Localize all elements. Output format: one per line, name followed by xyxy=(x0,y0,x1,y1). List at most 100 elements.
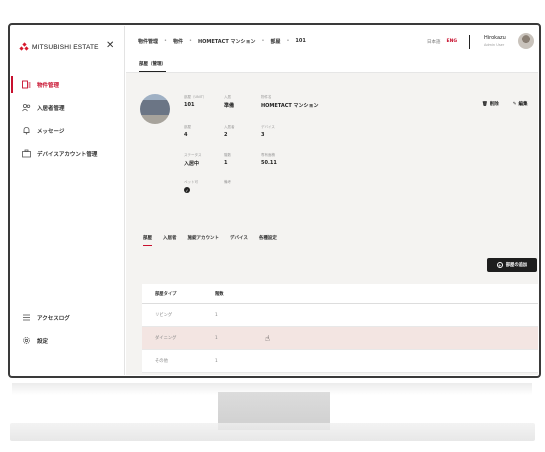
monitor-frame: MITSUBISHI ESTATE ✕ 物件管理 入居者管理 メッセージ デバイ… xyxy=(8,23,541,378)
check-icon: ✓ xyxy=(184,187,190,193)
field-notes: 備考 xyxy=(224,180,231,187)
column-header-room-type[interactable]: 部屋タイプ xyxy=(142,291,215,297)
sidebar-item-label: デバイスアカウント管理 xyxy=(37,151,98,158)
breadcrumb-item[interactable]: 部屋 xyxy=(270,38,280,45)
field-value: 3 xyxy=(261,132,265,138)
breadcrumb-current: 101 xyxy=(295,38,306,44)
edit-label: 編集 xyxy=(518,102,528,107)
cell-room-type: リビング xyxy=(155,313,173,318)
lang-ja-option[interactable]: 日本語 xyxy=(427,39,441,45)
sub-tab-bar: 部屋（管理） xyxy=(126,57,538,73)
column-header-count[interactable]: 階数 xyxy=(215,291,275,297)
sidebar-item-label: 物件管理 xyxy=(37,82,60,89)
field-label: 部屋 xyxy=(184,125,191,129)
sidebar-item-label: アクセスログ xyxy=(37,315,70,322)
sidebar-item-settings[interactable]: 設定 xyxy=(11,329,124,352)
breadcrumb-separator: • xyxy=(164,38,167,44)
user-name: Hirokazu xyxy=(484,35,506,41)
sidebar-item-label: 設定 xyxy=(37,338,49,345)
lang-en-option[interactable]: ENG xyxy=(447,39,458,45)
sidebar-nav: 物件管理 入居者管理 メッセージ デバイスアカウント管理 xyxy=(11,73,124,165)
field-value: HOMETACT マンション xyxy=(261,103,319,109)
field-label: ペット可 xyxy=(184,180,198,184)
cell-count: 1 xyxy=(215,312,218,318)
bell-icon xyxy=(22,126,31,135)
sidebar-item-properties[interactable]: 物件管理 xyxy=(11,73,124,96)
gear-icon xyxy=(22,336,31,345)
field-pets: ペット可 ✓ xyxy=(184,180,198,193)
mitsubishi-logo-icon xyxy=(19,42,29,51)
breadcrumb-item[interactable]: HOMETACT マンション xyxy=(198,38,256,45)
close-icon[interactable]: ✕ xyxy=(106,41,114,51)
field-value: 4 xyxy=(184,132,188,138)
language-switch: 日本語 ENG xyxy=(427,39,457,45)
monitor-stand-base xyxy=(10,423,535,441)
field-value: 50.11 xyxy=(261,160,277,166)
field-occupancy: 入居 準備 xyxy=(224,95,234,109)
building-list-icon xyxy=(22,80,31,89)
logo-text: MITSUBISHI ESTATE xyxy=(32,43,99,51)
sidebar-item-label: 入居者管理 xyxy=(37,105,65,112)
table-row[interactable]: リビング 1 xyxy=(142,304,538,327)
table-header: 部屋タイプ 階数 xyxy=(142,284,538,304)
avatar[interactable] xyxy=(518,33,534,49)
add-room-label: 部屋の追加 xyxy=(505,263,528,268)
edit-button[interactable]: ✎ 編集 xyxy=(512,101,528,108)
sidebar-item-residents[interactable]: 入居者管理 xyxy=(11,96,124,119)
sidebar-bottom-nav: アクセスログ 設定 xyxy=(11,306,124,352)
pencil-icon: ✎ xyxy=(512,101,517,107)
sidebar: MITSUBISHI ESTATE ✕ 物件管理 入居者管理 メッセージ デバイ… xyxy=(11,26,125,375)
field-area: 専有面積 50.11 xyxy=(261,153,277,166)
tab-residents[interactable]: 入居者 xyxy=(163,235,177,246)
main-content: 物件管理 • 物件 • HOMETACT マンション • 部屋 • 101 日本… xyxy=(126,26,538,375)
cell-room-type: その他 xyxy=(155,359,168,364)
field-rooms: 部屋 4 xyxy=(184,125,191,138)
users-icon xyxy=(22,103,31,112)
field-label: 入居 xyxy=(224,95,231,99)
field-devices: デバイス 3 xyxy=(261,125,275,138)
breadcrumb-separator: • xyxy=(286,38,290,44)
delete-button[interactable]: 🗑 削除 xyxy=(482,101,499,108)
add-room-button[interactable]: + 部屋の追加 xyxy=(487,258,537,272)
tab-rooms[interactable]: 部屋 xyxy=(143,235,152,246)
divider xyxy=(469,35,470,49)
rooms-table: 部屋タイプ 階数 リビング 1 ダイニング 1 ☝ その他 1 xyxy=(142,284,538,373)
delete-label: 削除 xyxy=(489,102,499,107)
sidebar-item-label: メッセージ xyxy=(37,128,65,135)
field-value: 入居中 xyxy=(184,161,200,167)
field-label: 入居者 xyxy=(224,125,235,129)
tab-devices[interactable]: デバイス xyxy=(230,235,248,246)
field-label: 物件名 xyxy=(261,95,272,99)
sidebar-item-access-log[interactable]: アクセスログ xyxy=(11,306,124,329)
table-row[interactable]: ダイニング 1 ☝ xyxy=(142,327,538,350)
breadcrumb-separator: • xyxy=(188,38,192,44)
unit-photo xyxy=(140,94,170,124)
cell-count: 1 xyxy=(215,358,218,364)
table-row[interactable]: その他 1 xyxy=(142,350,538,373)
tab-room-management[interactable]: 部屋（管理） xyxy=(139,61,166,72)
plus-icon: + xyxy=(496,262,503,268)
brand-logo[interactable]: MITSUBISHI ESTATE xyxy=(19,41,99,53)
field-status: ステータス 入居中 xyxy=(184,153,202,167)
breadcrumb: 物件管理 • 物件 • HOMETACT マンション • 部屋 • 101 xyxy=(138,38,306,45)
hand-cursor-icon: ☝ xyxy=(265,334,270,343)
field-value: 準備 xyxy=(224,103,235,109)
field-label: 部屋（UNIT） xyxy=(184,95,207,99)
field-residents: 入居者 2 xyxy=(224,125,235,138)
field-floor: 階数 1 xyxy=(224,153,231,166)
tab-lock-accounts[interactable]: 施錠アカウント xyxy=(188,235,220,246)
user-role: Admin User xyxy=(484,43,505,47)
breadcrumb-item[interactable]: 物件管理 xyxy=(138,38,158,45)
field-property-name: 物件名 HOMETACT マンション xyxy=(261,95,319,109)
sidebar-item-device-accounts[interactable]: デバイスアカウント管理 xyxy=(11,142,124,165)
field-value: 2 xyxy=(224,132,228,138)
top-bar: 物件管理 • 物件 • HOMETACT マンション • 部屋 • 101 日本… xyxy=(126,26,538,57)
breadcrumb-item[interactable]: 物件 xyxy=(173,38,183,45)
field-label: 階数 xyxy=(224,153,231,157)
trash-icon: 🗑 xyxy=(482,101,488,107)
sidebar-item-messages[interactable]: メッセージ xyxy=(11,119,124,142)
user-menu[interactable]: Hirokazu Admin User xyxy=(484,35,506,47)
tab-settings[interactable]: 各種設定 xyxy=(259,235,277,246)
field-label: デバイス xyxy=(261,125,275,129)
breadcrumb-separator: • xyxy=(261,38,265,44)
